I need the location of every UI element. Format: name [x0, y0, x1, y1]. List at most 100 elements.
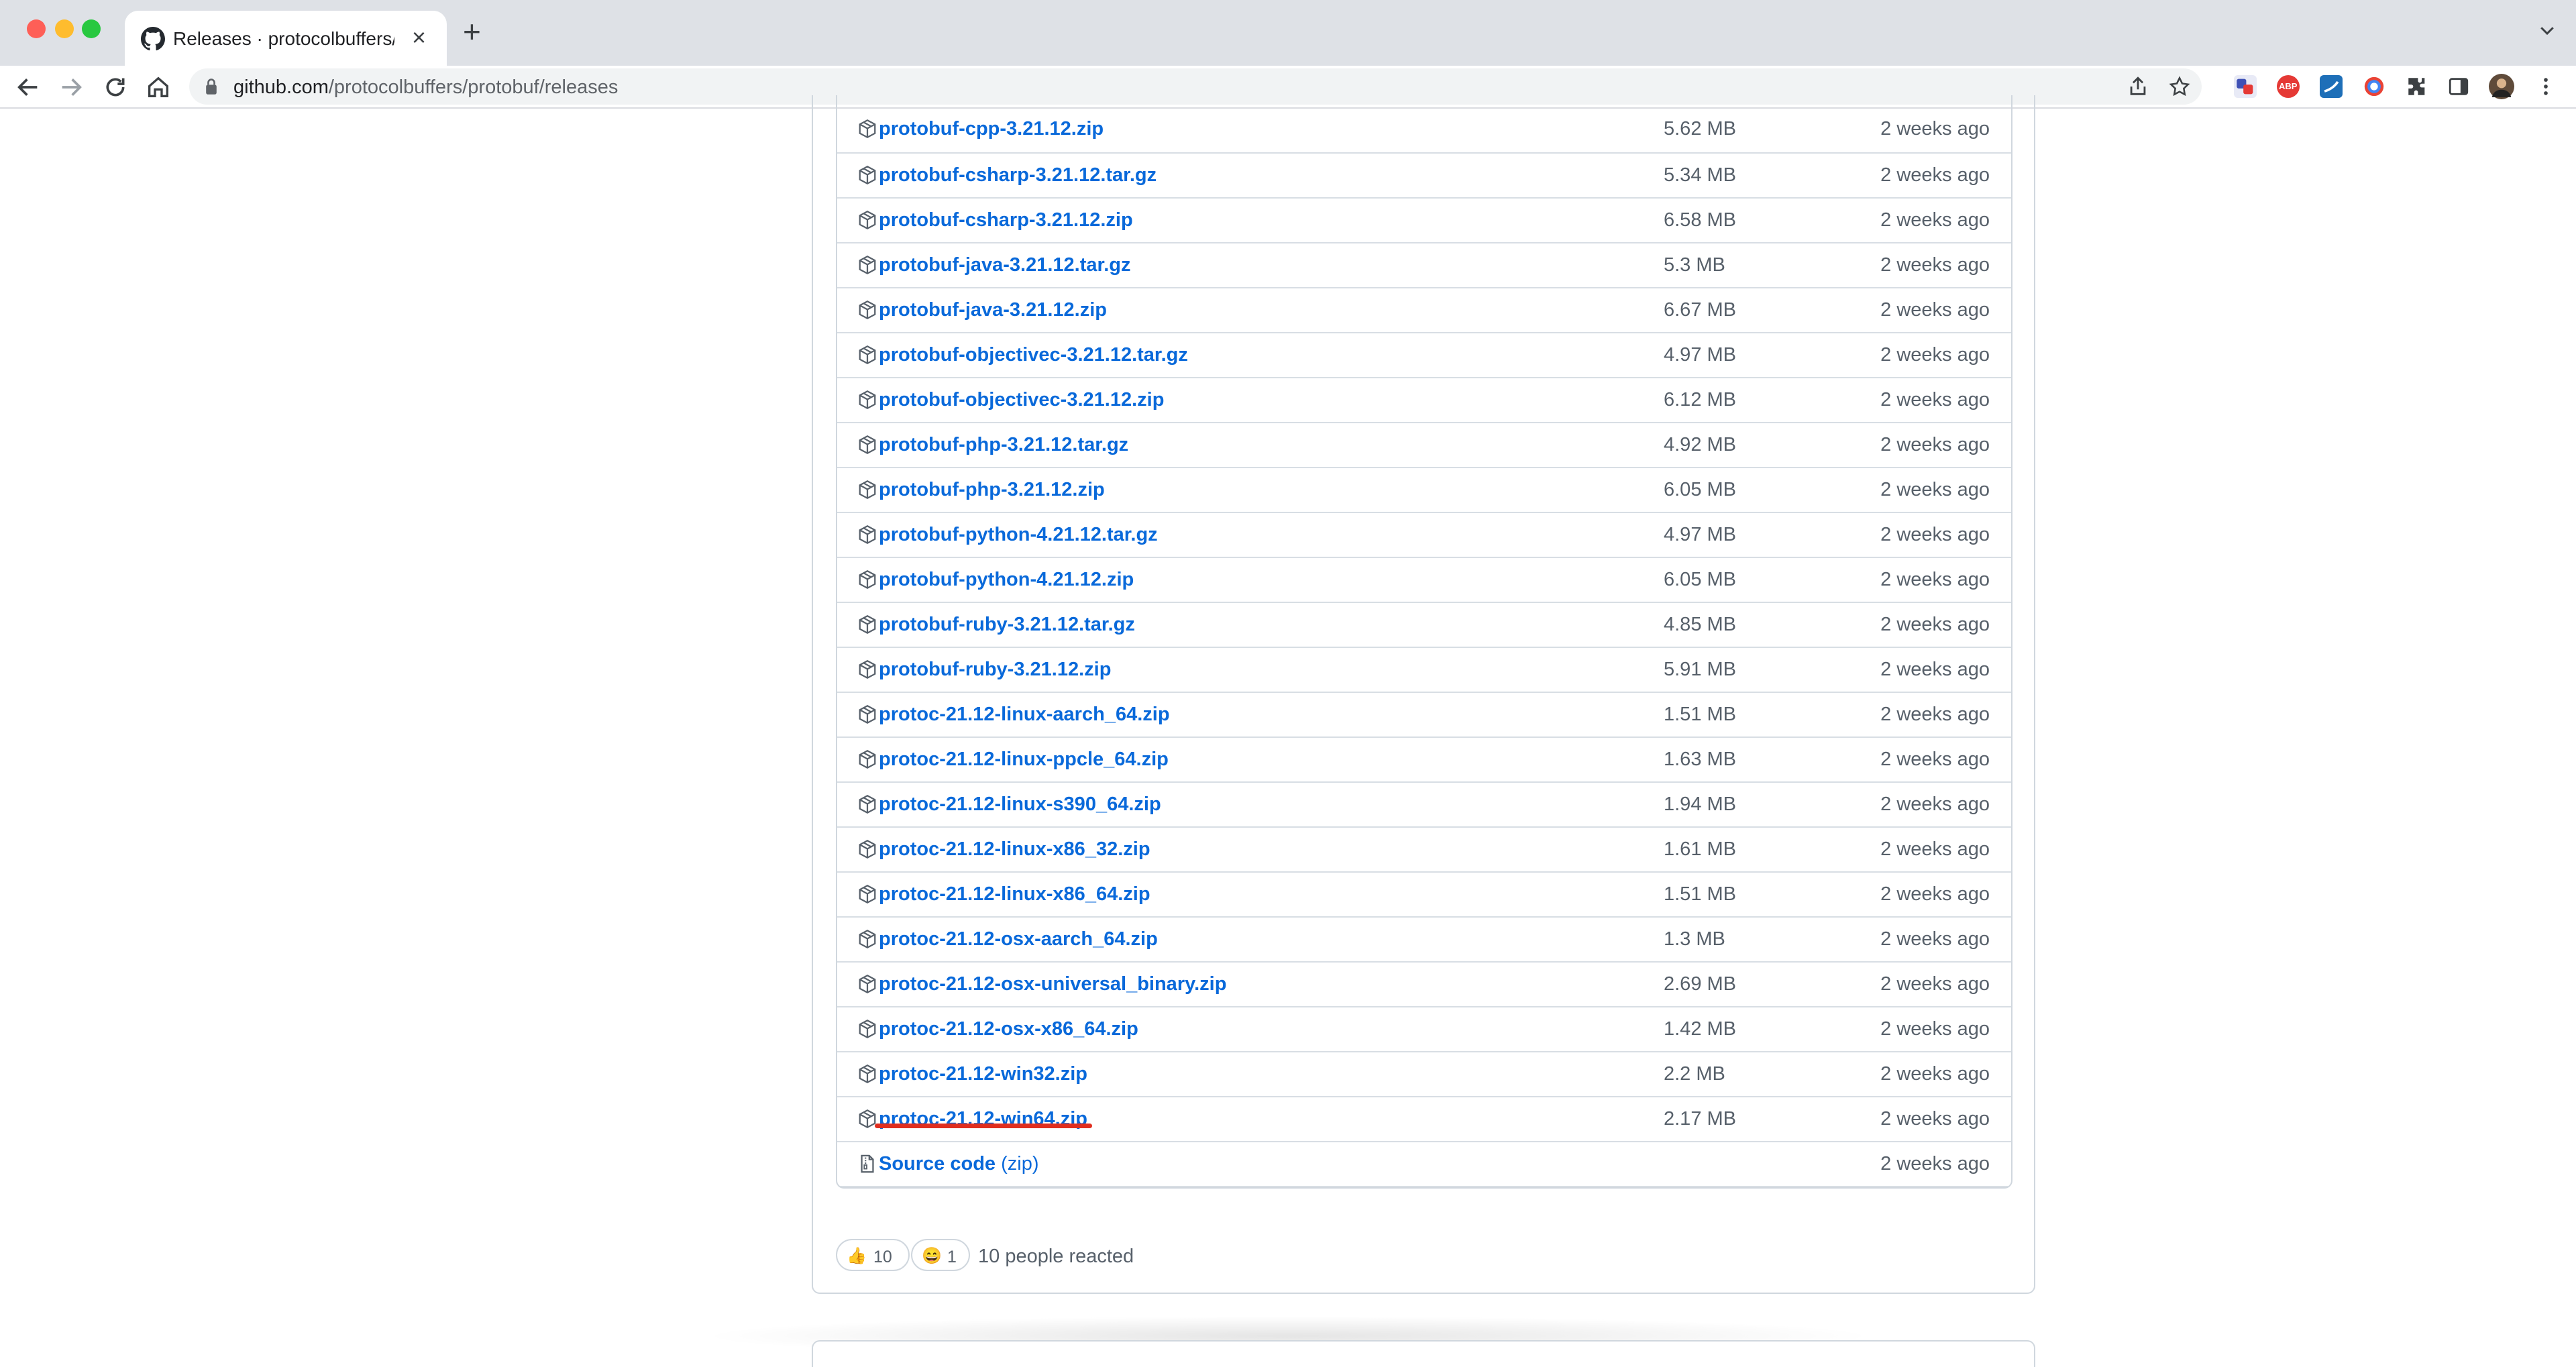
package-icon — [859, 884, 876, 904]
asset-download-link[interactable]: protobuf-ruby-3.21.12.zip — [879, 659, 1111, 681]
package-icon — [859, 749, 876, 769]
asset-date: 2 weeks ago — [1880, 389, 1990, 411]
package-icon — [859, 1064, 876, 1084]
adblock-plus-icon[interactable]: ABP — [2277, 75, 2300, 98]
asset-size: 6.05 MB — [1664, 569, 1736, 590]
url-text[interactable]: github.com/protocolbuffers/protobuf/rele… — [233, 76, 618, 99]
package-icon — [859, 614, 876, 635]
asset-download-link[interactable]: protoc-21.12-linux-ppcle_64.zip — [879, 749, 1169, 771]
package-icon — [859, 210, 876, 230]
source-code-row: Source code (zip) 2 weeks ago — [837, 1141, 2011, 1186]
browser-tab-bar: Releases · protocolbuffers/protobuf × + — [0, 0, 2576, 66]
asset-download-link[interactable]: protobuf-csharp-3.21.12.tar.gz — [879, 164, 1157, 186]
asset-size: 2.69 MB — [1664, 973, 1736, 995]
asset-download-link[interactable]: protoc-21.12-linux-aarch_64.zip — [879, 704, 1170, 726]
package-icon — [859, 794, 876, 814]
asset-size: 4.97 MB — [1664, 524, 1736, 545]
asset-download-link[interactable]: protobuf-python-4.21.12.tar.gz — [879, 524, 1158, 546]
tab-close-icon[interactable]: × — [412, 25, 426, 50]
kebab-menu-icon[interactable] — [2534, 75, 2557, 98]
package-icon — [859, 480, 876, 500]
source-code-link[interactable]: Source code (zip) — [879, 1153, 1039, 1175]
back-arrow-icon[interactable] — [15, 74, 42, 101]
laugh-icon: 😄 — [922, 1247, 942, 1265]
asset-size: 1.3 MB — [1664, 928, 1725, 950]
package-icon — [859, 569, 876, 590]
color-picker-extension-icon[interactable] — [2363, 75, 2385, 98]
translate-extension-icon[interactable] — [2234, 75, 2257, 98]
asset-download-link[interactable]: protoc-21.12-linux-x86_64.zip — [879, 883, 1150, 906]
asset-date: 2 weeks ago — [1880, 1153, 1990, 1174]
asset-download-link[interactable]: protobuf-java-3.21.12.tar.gz — [879, 254, 1131, 276]
window-maximize-button[interactable] — [82, 19, 101, 38]
asset-size: 6.58 MB — [1664, 209, 1736, 231]
asset-download-link[interactable]: protobuf-python-4.21.12.zip — [879, 569, 1134, 591]
window-minimize-button[interactable] — [55, 19, 74, 38]
asset-download-link[interactable]: protobuf-csharp-3.21.12.zip — [879, 209, 1133, 231]
asset-size: 5.91 MB — [1664, 659, 1736, 680]
reload-icon[interactable] — [102, 74, 129, 101]
scribe-extension-icon[interactable] — [2320, 75, 2343, 98]
forward-arrow-icon[interactable] — [58, 74, 85, 101]
asset-row: protoc-21.12-win64.zip 2.17 MB 2 weeks ago — [837, 1096, 2011, 1141]
asset-date: 2 weeks ago — [1880, 838, 1990, 860]
package-icon — [859, 929, 876, 949]
asset-size: 1.51 MB — [1664, 883, 1736, 905]
tab-title: Releases · protocolbuffers/protobuf — [173, 28, 394, 49]
side-panel-icon[interactable] — [2447, 75, 2470, 98]
asset-download-link[interactable]: protoc-21.12-win32.zip — [879, 1063, 1087, 1085]
file-zip-icon — [861, 1154, 874, 1173]
asset-download-link[interactable]: protobuf-objectivec-3.21.12.tar.gz — [879, 344, 1188, 366]
asset-date: 2 weeks ago — [1880, 569, 1990, 590]
asset-download-link[interactable]: protoc-21.12-osx-x86_64.zip — [879, 1018, 1138, 1040]
asset-size: 4.92 MB — [1664, 434, 1736, 455]
asset-date: 2 weeks ago — [1880, 118, 1990, 140]
asset-date: 2 weeks ago — [1880, 1018, 1990, 1040]
puzzle-extensions-icon[interactable] — [2406, 75, 2428, 98]
asset-size: 6.05 MB — [1664, 479, 1736, 500]
asset-size: 6.12 MB — [1664, 389, 1736, 411]
package-icon — [859, 165, 876, 185]
asset-size: 1.42 MB — [1664, 1018, 1736, 1040]
github-icon — [141, 27, 165, 51]
asset-download-link[interactable]: protobuf-java-3.21.12.zip — [879, 299, 1107, 321]
next-release-card — [812, 1340, 2035, 1367]
package-icon — [859, 390, 876, 410]
asset-row: protobuf-objectivec-3.21.12.tar.gz 4.97 M… — [837, 332, 2011, 377]
asset-download-link[interactable]: protoc-21.12-osx-universal_binary.zip — [879, 973, 1226, 995]
asset-download-link[interactable]: protoc-21.12-osx-aarch_64.zip — [879, 928, 1158, 950]
asset-date: 2 weeks ago — [1880, 794, 1990, 815]
package-icon — [859, 119, 876, 139]
share-icon[interactable] — [2127, 75, 2149, 98]
thumbs-up-icon: 👍 — [847, 1247, 867, 1265]
asset-row: protobuf-ruby-3.21.12.zip 5.91 MB 2 weeks … — [837, 647, 2011, 692]
reaction-laugh-button[interactable]: 😄 1 — [911, 1239, 970, 1271]
asset-download-link[interactable]: protobuf-php-3.21.12.zip — [879, 479, 1105, 501]
reaction-thumbs-up-button[interactable]: 👍 10 — [836, 1239, 910, 1271]
asset-size: 5.3 MB — [1664, 254, 1725, 276]
asset-date: 2 weeks ago — [1880, 883, 1990, 905]
asset-download-link[interactable]: protobuf-ruby-3.21.12.tar.gz — [879, 614, 1135, 636]
asset-download-link[interactable]: protoc-21.12-linux-x86_32.zip — [879, 838, 1150, 861]
package-icon — [859, 1019, 876, 1039]
asset-download-link[interactable]: protobuf-cpp-3.21.12.zip — [879, 118, 1104, 140]
asset-date: 2 weeks ago — [1880, 434, 1990, 455]
asset-date: 2 weeks ago — [1880, 973, 1990, 995]
home-icon[interactable] — [145, 74, 172, 101]
profile-avatar[interactable] — [2489, 74, 2514, 99]
new-tab-icon[interactable]: + — [463, 16, 481, 47]
asset-download-link[interactable]: protobuf-objectivec-3.21.12.zip — [879, 389, 1164, 411]
bookmark-star-icon[interactable] — [2168, 75, 2191, 98]
asset-download-link[interactable]: protobuf-php-3.21.12.tar.gz — [879, 434, 1128, 456]
asset-row: protoc-21.12-linux-ppcle_64.zip 1.63 MB 2 … — [837, 736, 2011, 781]
chevron-down-icon[interactable] — [2537, 20, 2557, 40]
asset-date: 2 weeks ago — [1880, 344, 1990, 366]
asset-download-link[interactable]: protoc-21.12-linux-s390_64.zip — [879, 794, 1161, 816]
asset-date: 2 weeks ago — [1880, 659, 1990, 680]
browser-tab-active[interactable]: Releases · protocolbuffers/protobuf × — [125, 11, 447, 66]
asset-date: 2 weeks ago — [1880, 164, 1990, 186]
window-close-button[interactable] — [27, 19, 46, 38]
lock-icon[interactable] — [204, 78, 219, 95]
package-icon — [859, 300, 876, 320]
asset-date: 2 weeks ago — [1880, 928, 1990, 950]
